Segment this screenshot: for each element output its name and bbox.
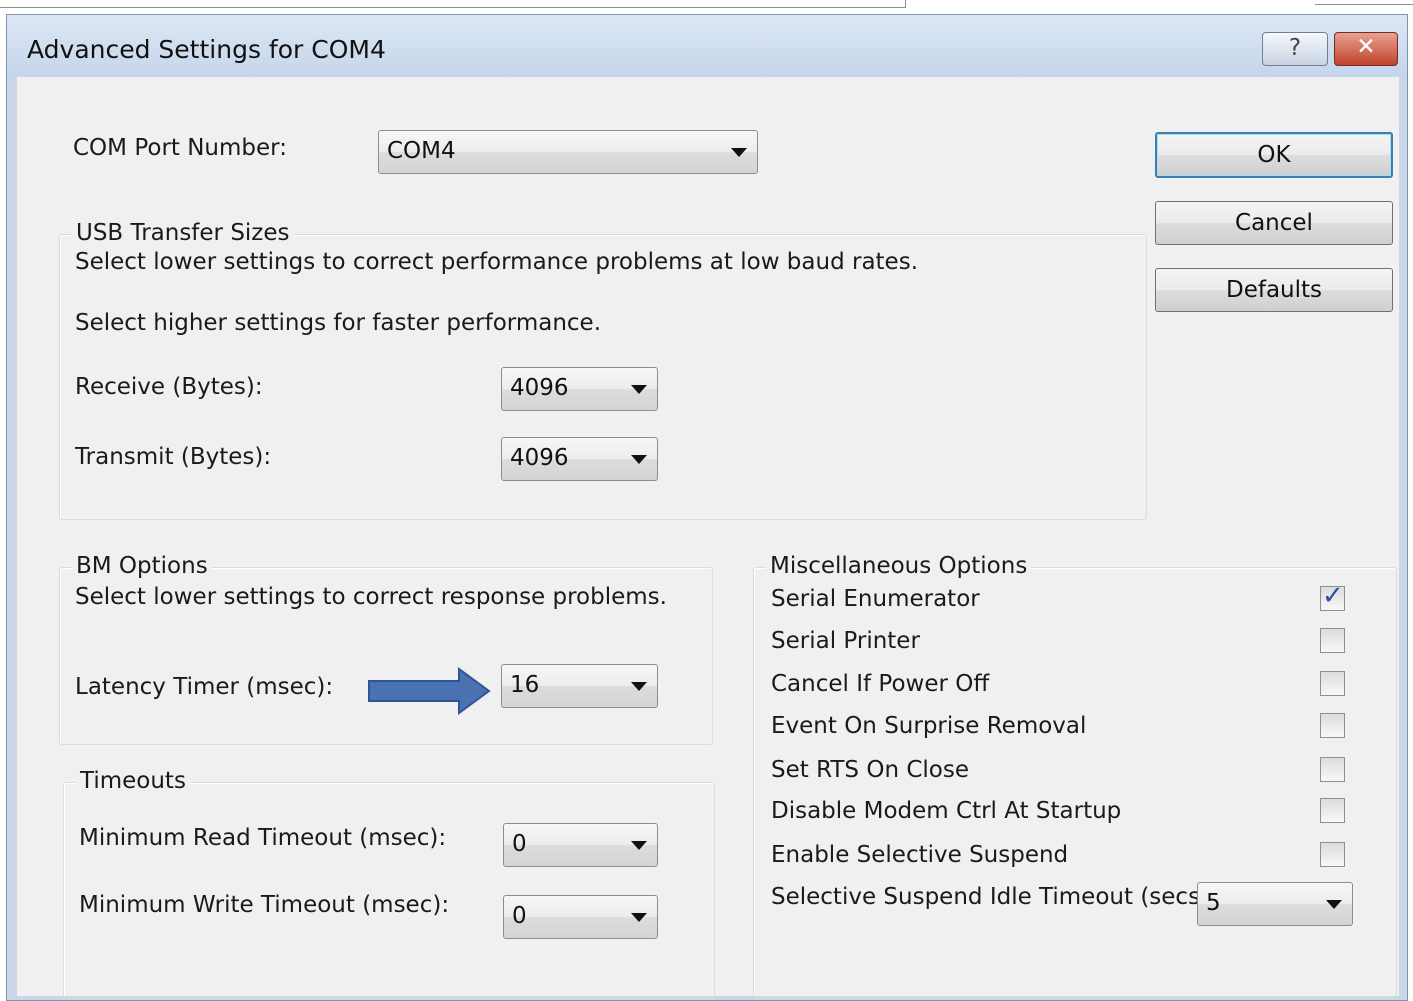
event-on-surprise-removal-label: Event On Surprise Removal <box>771 713 1087 739</box>
min-write-timeout-select[interactable]: 0 <box>503 895 658 939</box>
min-write-timeout-label: Minimum Write Timeout (msec): <box>79 892 450 918</box>
selective-suspend-idle-timeout-label: Selective Suspend Idle Timeout (secs): <box>771 884 1217 910</box>
usb-transfer-hint-high: Select higher settings for faster perfor… <box>75 310 602 336</box>
cancel-if-power-off-label: Cancel If Power Off <box>771 671 990 697</box>
min-read-timeout-select[interactable]: 0 <box>503 823 658 867</box>
pointer-arrow-icon <box>368 667 491 715</box>
question-mark-icon: ? <box>1288 35 1302 61</box>
latency-timer-value: 16 <box>510 672 540 698</box>
com-port-select[interactable]: COM4 <box>378 130 758 174</box>
ok-button-label: OK <box>1257 142 1291 168</box>
disable-modem-ctrl-label: Disable Modem Ctrl At Startup <box>771 798 1122 824</box>
min-read-timeout-value: 0 <box>512 831 527 857</box>
min-read-timeout-label: Minimum Read Timeout (msec): <box>79 825 447 851</box>
usb-transfer-sizes-legend: USB Transfer Sizes <box>72 220 294 246</box>
dialog-client-area: COM Port Number: COM4 OK Cancel Defaults… <box>17 77 1399 998</box>
event-on-surprise-removal-checkbox[interactable]: ✓ <box>1320 713 1345 738</box>
selective-suspend-idle-timeout-select[interactable]: 5 <box>1197 882 1353 926</box>
transmit-bytes-label: Transmit (Bytes): <box>75 444 272 470</box>
title-bar[interactable]: Advanced Settings for COM4 ? ✕ <box>7 15 1407 77</box>
window-title: Advanced Settings for COM4 <box>27 35 386 64</box>
latency-timer-select[interactable]: 16 <box>501 664 658 708</box>
receive-bytes-select[interactable]: 4096 <box>501 367 658 411</box>
com-port-value: COM4 <box>387 138 456 164</box>
latency-timer-label: Latency Timer (msec): <box>75 674 334 700</box>
enable-selective-suspend-label: Enable Selective Suspend <box>771 842 1069 868</box>
background-window-edge <box>0 0 1413 12</box>
cancel-if-power-off-checkbox[interactable]: ✓ <box>1320 671 1345 696</box>
min-write-timeout-value: 0 <box>512 903 527 929</box>
chevron-down-icon <box>631 385 647 394</box>
timeouts-legend: Timeouts <box>76 768 190 794</box>
serial-printer-label: Serial Printer <box>771 628 920 654</box>
close-icon: ✕ <box>1356 34 1376 60</box>
cancel-button[interactable]: Cancel <box>1155 201 1393 245</box>
disable-modem-ctrl-checkbox[interactable]: ✓ <box>1320 798 1345 823</box>
cancel-button-label: Cancel <box>1235 210 1313 236</box>
check-mark-icon: ✓ <box>1322 581 1344 611</box>
com-port-label: COM Port Number: <box>73 135 287 161</box>
set-rts-on-close-checkbox[interactable]: ✓ <box>1320 757 1345 782</box>
chevron-down-icon <box>631 913 647 922</box>
chevron-down-icon <box>631 455 647 464</box>
enable-selective-suspend-checkbox[interactable]: ✓ <box>1320 842 1345 867</box>
bm-options-hint: Select lower settings to correct respons… <box>75 584 667 610</box>
advanced-settings-dialog: Advanced Settings for COM4 ? ✕ COM Port … <box>6 14 1408 1001</box>
selective-suspend-idle-timeout-value: 5 <box>1206 890 1221 916</box>
serial-printer-checkbox[interactable]: ✓ <box>1320 628 1345 653</box>
receive-bytes-label: Receive (Bytes): <box>75 374 263 400</box>
chevron-down-icon <box>631 841 647 850</box>
chevron-down-icon <box>631 682 647 691</box>
ok-button[interactable]: OK <box>1155 132 1393 178</box>
transmit-bytes-select[interactable]: 4096 <box>501 437 658 481</box>
serial-enumerator-label: Serial Enumerator <box>771 586 980 612</box>
misc-options-legend: Miscellaneous Options <box>766 553 1032 579</box>
defaults-button[interactable]: Defaults <box>1155 268 1393 312</box>
serial-enumerator-checkbox[interactable]: ✓ <box>1320 581 1345 611</box>
bm-options-legend: BM Options <box>72 553 212 579</box>
set-rts-on-close-label: Set RTS On Close <box>771 757 969 783</box>
transmit-bytes-value: 4096 <box>510 445 569 471</box>
receive-bytes-value: 4096 <box>510 375 569 401</box>
usb-transfer-hint-low: Select lower settings to correct perform… <box>75 249 919 275</box>
help-button[interactable]: ? <box>1262 32 1328 66</box>
chevron-down-icon <box>731 148 747 157</box>
defaults-button-label: Defaults <box>1225 277 1323 303</box>
chevron-down-icon <box>1326 900 1342 909</box>
close-button[interactable]: ✕ <box>1334 32 1398 66</box>
timeouts-group: Timeouts <box>63 768 715 998</box>
